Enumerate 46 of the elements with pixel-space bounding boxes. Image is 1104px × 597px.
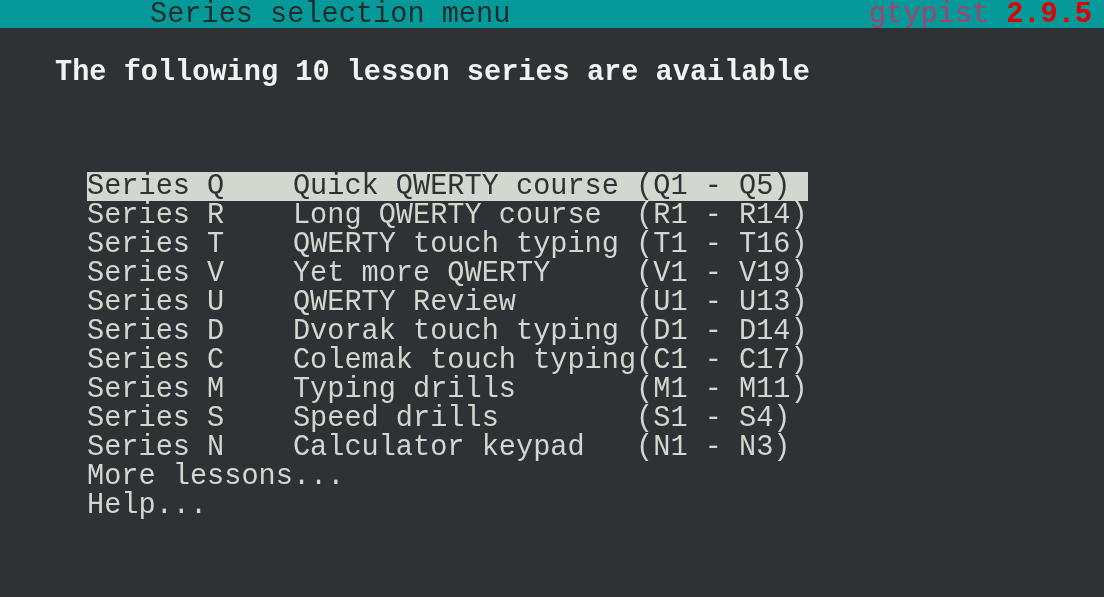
series-description: Quick QWERTY course	[292, 172, 620, 201]
lesson-range: (M1 - M11)	[636, 375, 808, 404]
app-name: gtypist	[868, 0, 990, 29]
series-name: Series N	[87, 433, 225, 462]
series-name: Series T	[87, 230, 226, 259]
menu-item[interactable]: Series S Speed drills (S1 - S4)	[87, 404, 808, 433]
lesson-range: (Q1 - Q5)	[636, 172, 791, 201]
app-version: 2.9.5	[1006, 0, 1092, 29]
series-description: Long QWERTY course	[292, 201, 602, 230]
series-description: Colemak touch typing	[292, 346, 637, 375]
series-description: Typing drills	[292, 375, 517, 404]
series-name: Series C	[87, 346, 226, 375]
screen-title: Series selection menu	[150, 0, 512, 29]
menu-item[interactable]: Series M Typing drills (M1 - M11)	[87, 375, 808, 404]
lesson-range: (V1 - V19)	[636, 259, 808, 288]
series-name: Series V	[87, 259, 226, 288]
lesson-range: (T1 - T16)	[636, 230, 808, 259]
menu-item[interactable]: Series C Colemak touch typing(C1 - C17)	[87, 346, 808, 375]
lesson-range: (N1 - N3)	[636, 433, 792, 462]
series-description: Calculator keypad	[292, 433, 586, 462]
menu-item[interactable]: Series V Yet more QWERTY (V1 - V19)	[87, 259, 808, 288]
lesson-range: (S1 - S4)	[636, 404, 791, 433]
menu-item[interactable]: Series D Dvorak touch typing (D1 - D14)	[87, 317, 808, 346]
series-description: Speed drills	[292, 404, 499, 433]
series-name: Series U	[87, 288, 226, 317]
series-description: QWERTY touch typing	[292, 230, 620, 259]
menu-item[interactable]: Series R Long QWERTY course (R1 - R14)	[87, 201, 808, 230]
series-name: Series R	[87, 201, 226, 230]
menu-item[interactable]: Series T QWERTY touch typing (T1 - T16)	[87, 230, 808, 259]
series-description: QWERTY Review	[292, 288, 516, 317]
menu-item[interactable]: More lessons...	[87, 462, 345, 491]
series-name: Series S	[87, 404, 226, 433]
menu-item[interactable]: Help...	[87, 491, 208, 520]
series-name: Series D	[87, 317, 226, 346]
menu-heading: The following 10 lesson series are available	[54, 55, 811, 87]
menu-item[interactable]: Series N Calculator keypad (N1 - N3)	[87, 433, 808, 462]
series-description: Yet more QWERTY	[292, 259, 551, 288]
lesson-range: (C1 - C17)	[636, 346, 808, 375]
lesson-range: (R1 - R14)	[636, 201, 808, 230]
lesson-range: (D1 - D14)	[636, 317, 808, 346]
series-description: Dvorak touch typing	[292, 317, 619, 346]
menu-item[interactable]: Series Q Quick QWERTY course (Q1 - Q5)	[87, 172, 808, 201]
menu-item[interactable]: Series U QWERTY Review (U1 - U13)	[87, 288, 808, 317]
series-name: Series Q	[87, 172, 226, 201]
series-name: Series M	[87, 375, 226, 404]
lesson-range: (U1 - U13)	[636, 288, 808, 317]
